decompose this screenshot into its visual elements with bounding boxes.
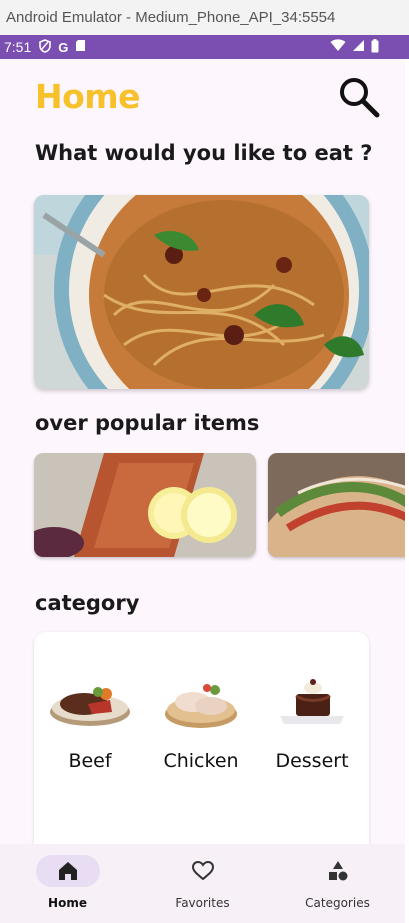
popular-item-card[interactable] [268,453,405,557]
app-screen: Home What would you like to eat ? over p… [0,59,405,923]
category-item-beef[interactable]: Beef [40,672,140,802]
chocolate-dessert-image [280,679,344,724]
category-label: Beef [68,750,112,772]
sd-card-icon [75,39,86,55]
tacos-image [268,453,405,557]
popular-heading: over popular items [35,411,260,435]
header: Home [35,77,381,121]
google-g-icon: G [58,39,69,55]
category-item-chicken[interactable]: Chicken [151,672,251,802]
search-button[interactable] [337,75,381,119]
shield-icon [39,38,52,56]
grilled-salmon-lemon-image [34,453,256,557]
category-label: Dessert [275,750,349,772]
nav-label: Categories [305,896,370,910]
status-bar: 7:51 G [0,35,409,59]
page-title: Home [35,77,141,116]
battery-icon [371,38,379,56]
home-icon [58,862,77,880]
emulator-side-strip [405,59,409,923]
wifi-icon [330,39,346,55]
heart-icon [191,860,214,881]
categories-icon [328,861,347,881]
status-right-icons [330,35,379,59]
question-heading: What would you like to eat ? [35,141,373,165]
popular-items-row[interactable] [34,453,405,557]
category-item-dessert[interactable]: Dessert [262,672,362,802]
nav-label: Home [48,896,87,910]
emulator-window-title: Android Emulator - Medium_Phone_API_34:5… [0,0,409,35]
category-heading: category [35,591,140,615]
chicken-image [165,684,237,728]
nav-item-favorites[interactable]: Favorites [135,844,270,923]
category-label: Chicken [163,750,239,772]
beef-steak-image [50,687,130,726]
search-icon [340,78,380,118]
nav-label: Favorites [175,896,230,910]
cellular-icon [352,39,365,55]
nav-item-categories[interactable]: Categories [270,844,405,923]
hero-food-image[interactable] [34,195,369,389]
nav-item-home[interactable]: Home [0,844,135,923]
popular-item-card[interactable] [34,453,256,557]
bottom-navigation: Home Favorites Categories [0,844,405,923]
status-time: 7:51 [4,39,32,55]
